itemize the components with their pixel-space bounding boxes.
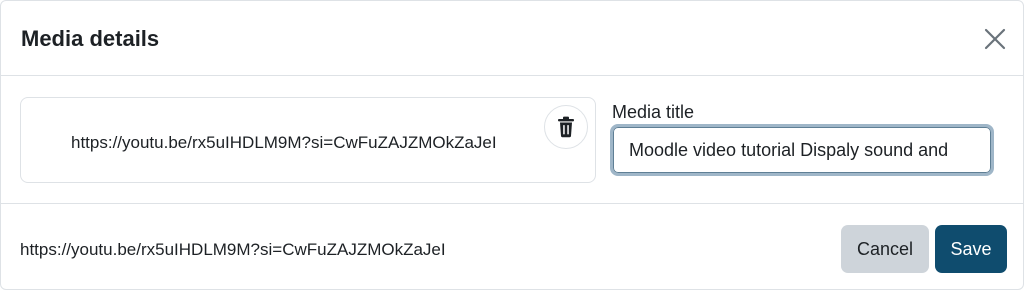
save-button[interactable]: Save [935, 225, 1007, 273]
trash-icon [558, 116, 574, 138]
media-url-text: https://youtu.be/rx5uIHDLM9M?si=CwFuZAJZ… [71, 133, 497, 152]
media-preview-card: https://youtu.be/rx5uIHDLM9M?si=CwFuZAJZ… [20, 97, 596, 183]
dialog-footer: https://youtu.be/rx5uIHDLM9M?si=CwFuZAJZ… [1, 204, 1023, 289]
media-title-label: Media title [612, 102, 695, 122]
media-title-input[interactable] [610, 124, 994, 176]
dialog-header: Media details [1, 1, 1023, 76]
delete-media-button[interactable] [544, 105, 588, 149]
footer-url-text: https://youtu.be/rx5uIHDLM9M?si=CwFuZAJZ… [20, 240, 446, 259]
dialog-body: https://youtu.be/rx5uIHDLM9M?si=CwFuZAJZ… [1, 76, 1023, 204]
close-icon [984, 28, 1006, 50]
cancel-button[interactable]: Cancel [841, 225, 929, 273]
media-details-dialog: Media details https://youtu.be/rx5uIHDLM… [0, 0, 1024, 290]
close-button[interactable] [979, 23, 1011, 55]
dialog-title: Media details [21, 26, 160, 51]
